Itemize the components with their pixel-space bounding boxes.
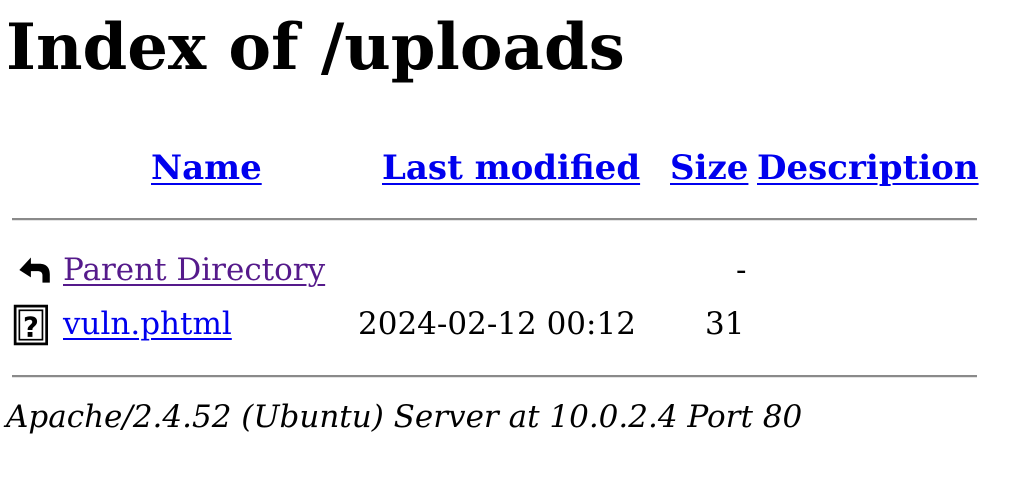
sort-by-name-link[interactable]: Name — [151, 148, 262, 189]
sort-by-last-modified-link[interactable]: Last modified — [382, 148, 640, 189]
server-signature: Apache/2.4.52 (Ubuntu) Server at 10.0.2.… — [6, 399, 803, 435]
parent-directory-link[interactable]: Parent Directory — [63, 252, 325, 289]
back-arrow-icon — [19, 257, 50, 283]
last-modified-cell: 2024-02-12 00:12 — [358, 306, 636, 342]
page-title: Index of /uploads — [6, 10, 625, 85]
size-cell: 31 — [705, 306, 745, 342]
header-divider — [12, 218, 977, 221]
sort-by-size-link[interactable]: Size — [670, 148, 748, 189]
sort-by-description-link[interactable]: Description — [757, 148, 979, 189]
svg-text:?: ? — [23, 313, 39, 344]
footer-divider — [12, 375, 977, 378]
size-cell: - — [736, 252, 747, 288]
unknown-file-icon: ? — [13, 304, 49, 346]
file-link[interactable]: vuln.phtml — [63, 306, 232, 343]
